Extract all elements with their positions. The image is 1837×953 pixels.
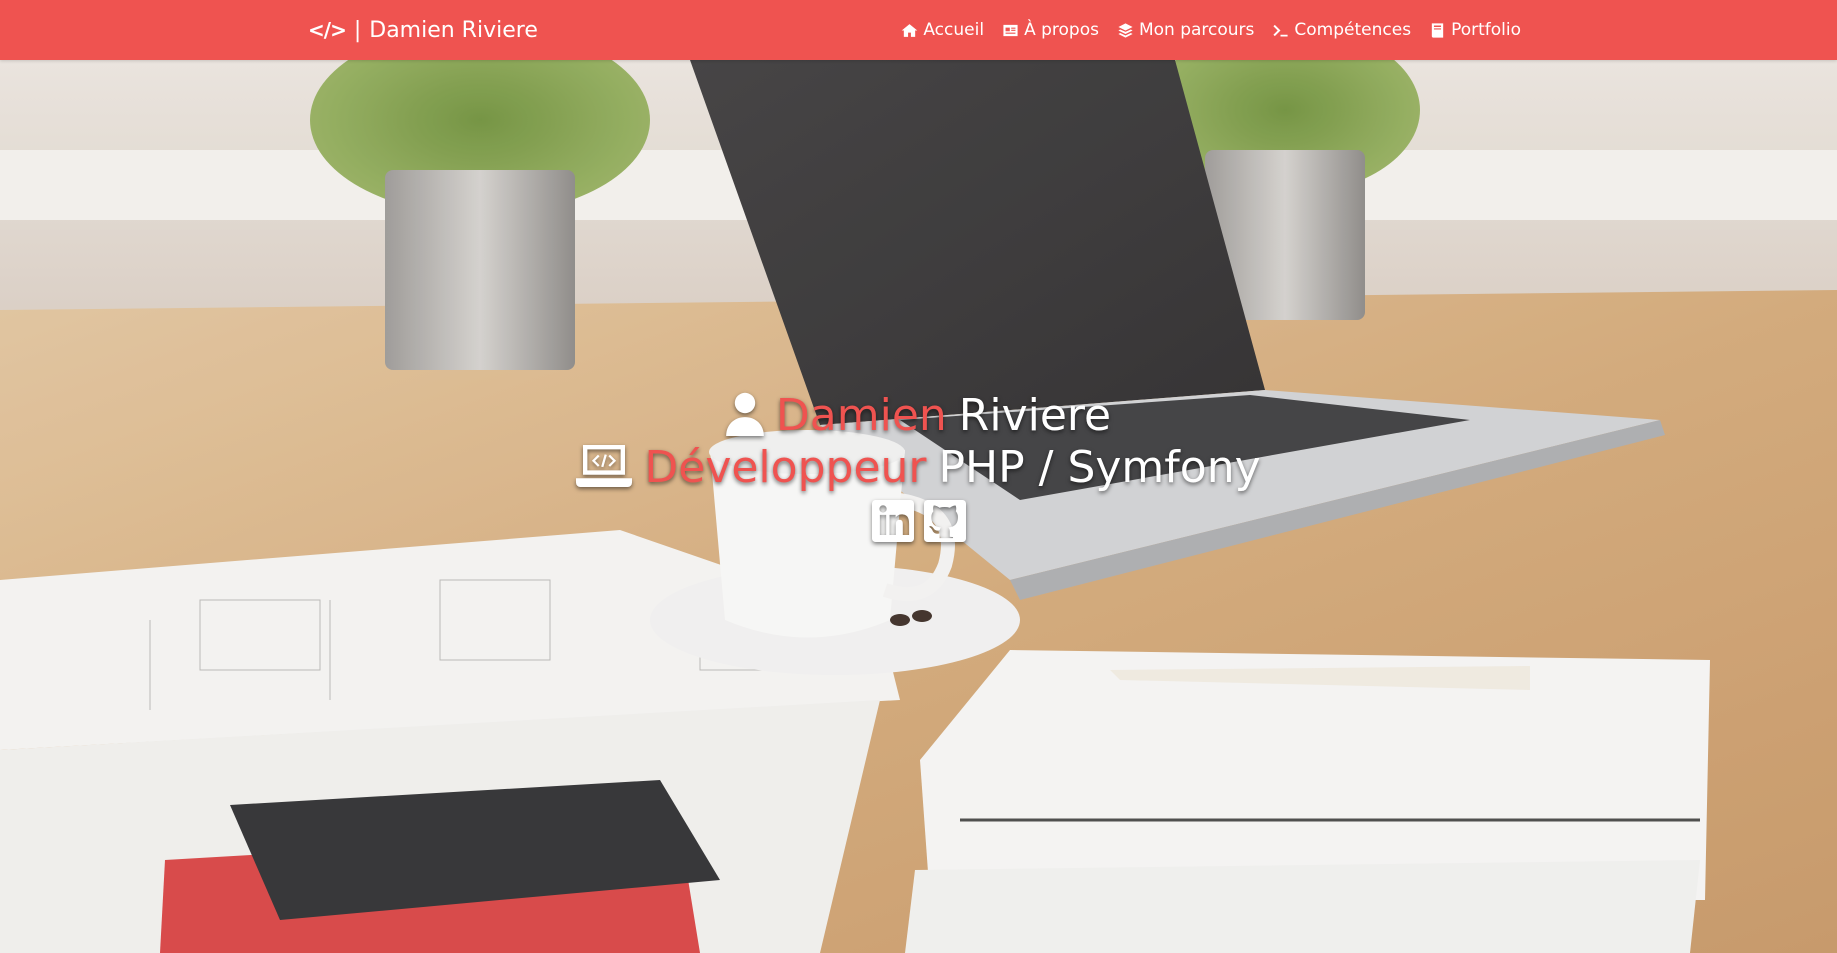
nav-link-label: Compétences [1294,20,1412,40]
brand-name: Damien Riviere [369,17,538,43]
nav-link-label: Portfolio [1451,20,1521,40]
home-icon [902,23,918,37]
user-icon [726,392,764,440]
nav-link-label: À propos [1024,20,1099,40]
nav-link-a-propos[interactable]: À propos [1002,20,1099,40]
hero-content: Damien Riviere Développeur PHP / Symfony [0,390,1837,542]
nav-link-competences[interactable]: Compétences [1272,20,1411,40]
github-link[interactable] [923,500,966,542]
laptop-code-icon [576,444,633,492]
nav-menu: Accueil À propos Mon parcours Compétence… [901,0,1521,60]
layers-icon [1118,22,1133,38]
social-links [0,500,1837,542]
terminal-icon [1273,24,1288,37]
book-icon [1431,22,1444,38]
brand-separator: | [353,17,362,43]
github-icon [923,500,966,542]
nav-link-label: Accueil [923,20,985,40]
hero-role-highlight: Développeur [644,442,927,493]
id-card-icon [1003,24,1018,36]
hero-role-line: Développeur PHP / Symfony [0,442,1837,494]
hero-last-name: Riviere [958,390,1112,441]
brand-link[interactable]: </> | Damien Riviere [308,0,538,60]
linkedin-link[interactable] [871,500,914,542]
hero-first-name: Damien [775,390,947,441]
code-icon: </> [308,18,347,42]
linkedin-icon [871,500,914,542]
nav-link-label: Mon parcours [1138,20,1255,40]
hero-name-line: Damien Riviere [0,390,1837,442]
nav-link-mon-parcours[interactable]: Mon parcours [1117,20,1254,40]
hero-section: Damien Riviere Développeur PHP / Symfony [0,60,1837,953]
navbar: </> | Damien Riviere Accueil À propos Mo… [0,0,1837,60]
nav-link-portfolio[interactable]: Portfolio [1429,20,1521,40]
nav-link-accueil[interactable]: Accueil [901,20,984,40]
hero-role-rest: PHP / Symfony [938,442,1261,493]
